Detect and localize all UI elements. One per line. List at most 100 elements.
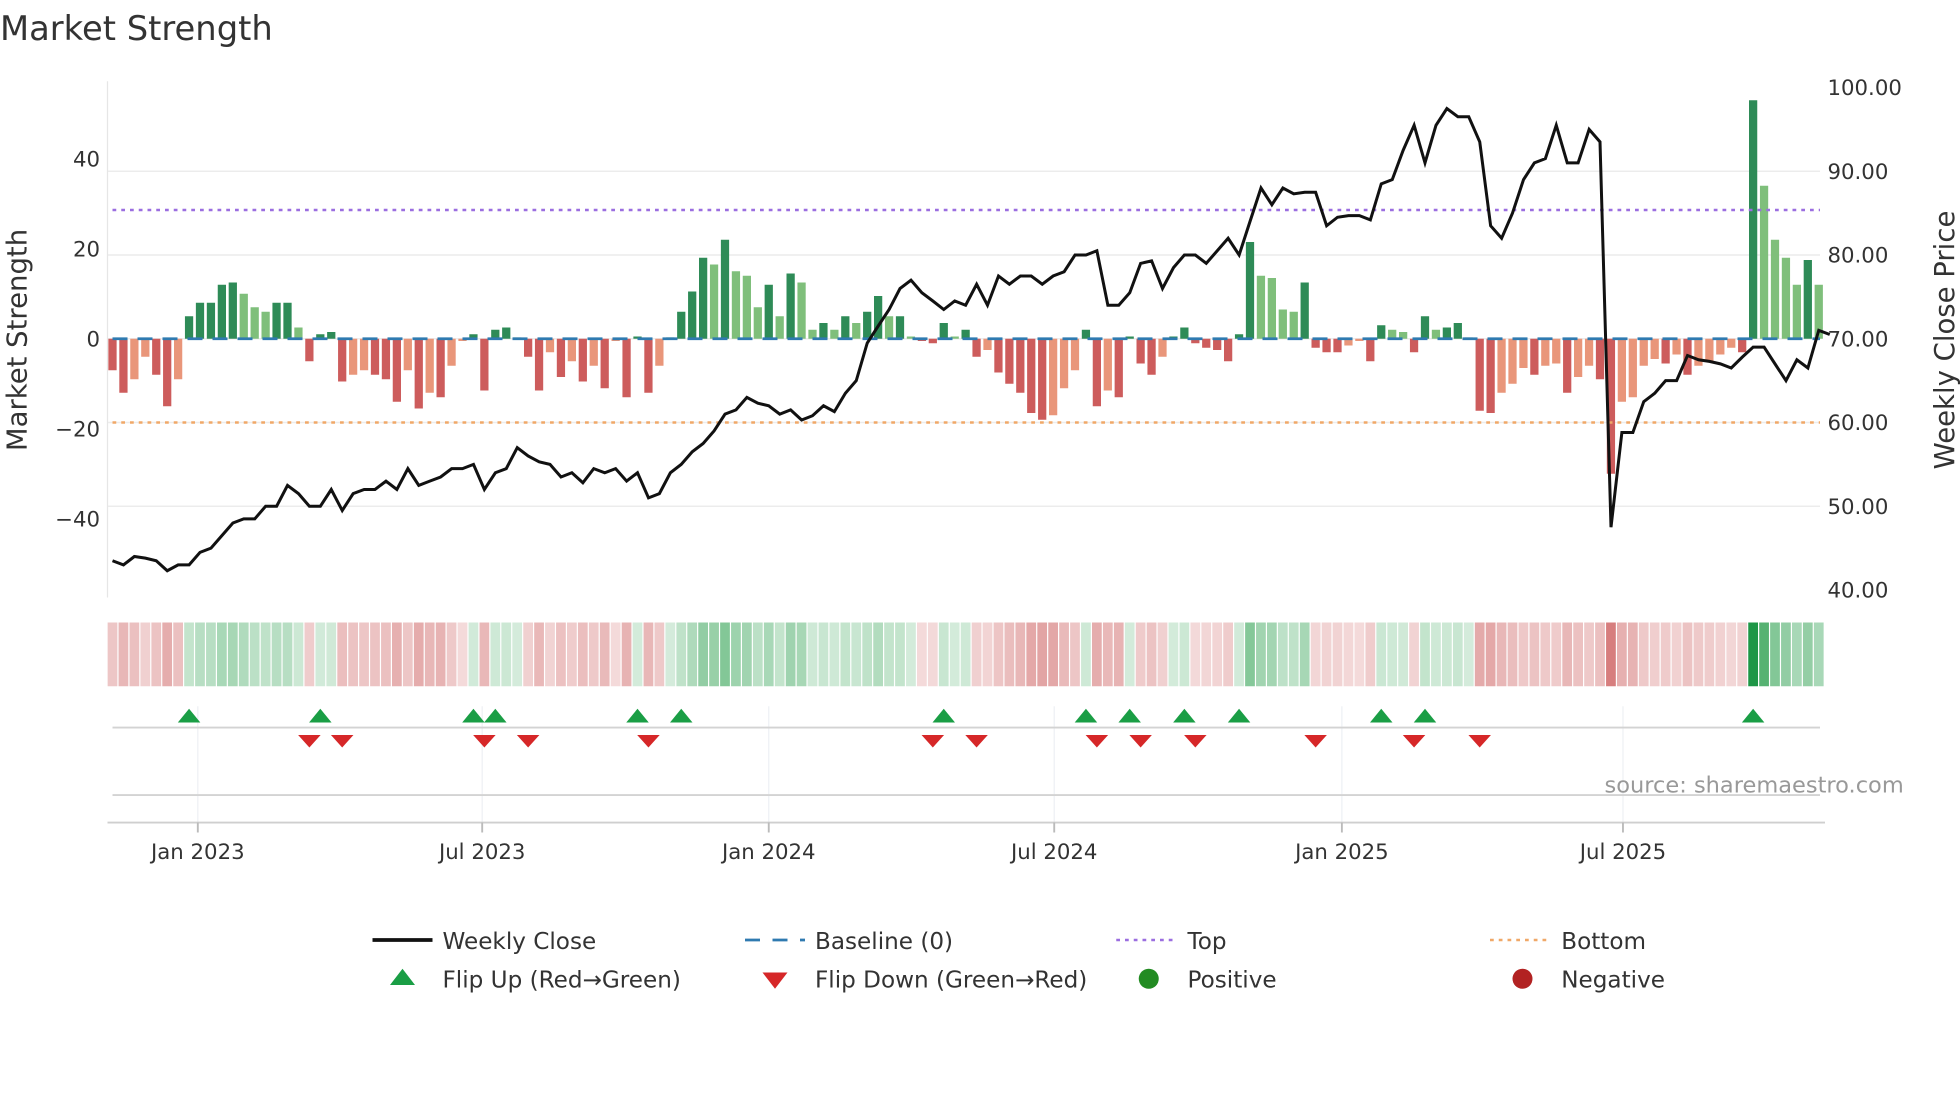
strip-cell (479, 622, 490, 687)
strength-bar (972, 338, 981, 357)
strength-bar (622, 338, 631, 398)
strength-bar (699, 257, 708, 339)
strength-bar (305, 338, 314, 362)
strength-bar (108, 338, 117, 371)
strip-cell (381, 622, 391, 687)
strength-bar (1202, 338, 1211, 348)
strip-cell (840, 622, 851, 687)
strength-bar (359, 338, 369, 371)
strength-bar (775, 316, 784, 339)
strength-bar (1355, 338, 1364, 341)
strength-bar (1059, 338, 1069, 389)
strip-cell (184, 622, 194, 687)
strip-cell (534, 622, 544, 687)
strength-bar (983, 338, 992, 350)
strip-cell (337, 622, 348, 687)
strip-cell (1802, 622, 1813, 687)
strip-cell (326, 622, 337, 687)
strength-bar (338, 338, 347, 382)
circle-icon (1512, 968, 1533, 989)
strength-bar (841, 316, 850, 339)
flip-down-marker (516, 735, 540, 748)
strip-cell (162, 622, 173, 687)
strip-cell (818, 622, 829, 687)
strength-bar (272, 302, 281, 339)
x-ticks: Jan 2023 Jul 2023 Jan 2024 Jul 2024 Jan 2025… (149, 822, 1666, 865)
strength-bar (1595, 338, 1605, 380)
strength-bar (1705, 338, 1714, 362)
strip-cell (1037, 622, 1048, 687)
strength-bar (392, 338, 402, 402)
strip-cell (1113, 622, 1124, 687)
strength-bar (1333, 338, 1342, 353)
strength-bar (163, 338, 172, 407)
strip-cell (1102, 622, 1113, 687)
strength-bar (1639, 338, 1648, 366)
legend-flip-up-red-green-label: Flip Up (Red→Green) (443, 968, 681, 994)
strip-cell (906, 622, 916, 687)
strip-cell (206, 622, 216, 687)
strength-bar (1738, 338, 1747, 353)
strength-bar (152, 338, 161, 375)
strip-cell (1562, 622, 1573, 687)
strength-bar (928, 338, 937, 344)
strength-bar (130, 338, 139, 380)
strength-bar (731, 271, 741, 339)
circle-icon (1138, 968, 1159, 989)
strip-cell (1737, 622, 1748, 687)
strength-bar (742, 275, 751, 339)
strip-cell (1431, 622, 1441, 687)
strength-bar (403, 338, 412, 371)
strip-cell (1376, 622, 1387, 687)
strength-bar (534, 338, 544, 391)
strength-bar (1322, 338, 1331, 353)
strength-bar (349, 338, 358, 375)
strip-cell (654, 622, 665, 687)
strip-cell (512, 622, 523, 687)
strip-cell (1409, 622, 1419, 687)
strip-cell (1092, 622, 1102, 687)
strength-bar (939, 323, 948, 339)
strip-cell (1146, 622, 1157, 687)
legend-top-label: Top (1187, 929, 1227, 955)
strip-cell (632, 622, 643, 687)
strip-cell (468, 622, 479, 687)
right-tick-label: 50.00 (1828, 495, 1889, 520)
flip-up-marker (462, 708, 485, 723)
strength-bar (852, 323, 861, 339)
strength-bar (1584, 338, 1594, 366)
strip-cell (1398, 622, 1408, 687)
strip-cell (1496, 622, 1507, 687)
strength-bar (1147, 338, 1156, 375)
flip-up-marker (670, 708, 693, 723)
strength-bar (1628, 338, 1637, 398)
strength-bar (1453, 323, 1462, 339)
strip-cell (862, 622, 873, 687)
strength-bar (1672, 338, 1681, 355)
strength-bar (863, 311, 872, 339)
strip-cell (731, 622, 741, 687)
x-tick-label: Jul 2025 (1578, 840, 1666, 865)
strength-bar (141, 338, 150, 357)
strength-bar (1442, 327, 1451, 339)
flip-up-marker (1741, 708, 1765, 723)
flip-down-marker (1184, 735, 1207, 748)
strength-bar (1256, 275, 1266, 339)
strength-bar (1289, 311, 1298, 339)
strip-cell (1245, 622, 1255, 687)
flip-down-marker (965, 735, 988, 748)
strength-bar (1278, 309, 1287, 339)
strip-cell (424, 622, 435, 687)
strip-cell (1551, 622, 1562, 687)
strip-cell (774, 622, 785, 687)
legend-weekly-close-label: Weekly Close (443, 929, 597, 955)
strip-cell (742, 622, 752, 687)
strength-bar (1759, 185, 1769, 339)
strength-bar (1092, 338, 1101, 407)
strength-bar (1541, 338, 1550, 366)
strip-cell (1168, 622, 1179, 687)
strength-bar (217, 284, 226, 339)
strength-bar (1563, 338, 1572, 393)
strength-bar (381, 338, 391, 380)
strength-bar (250, 307, 259, 339)
